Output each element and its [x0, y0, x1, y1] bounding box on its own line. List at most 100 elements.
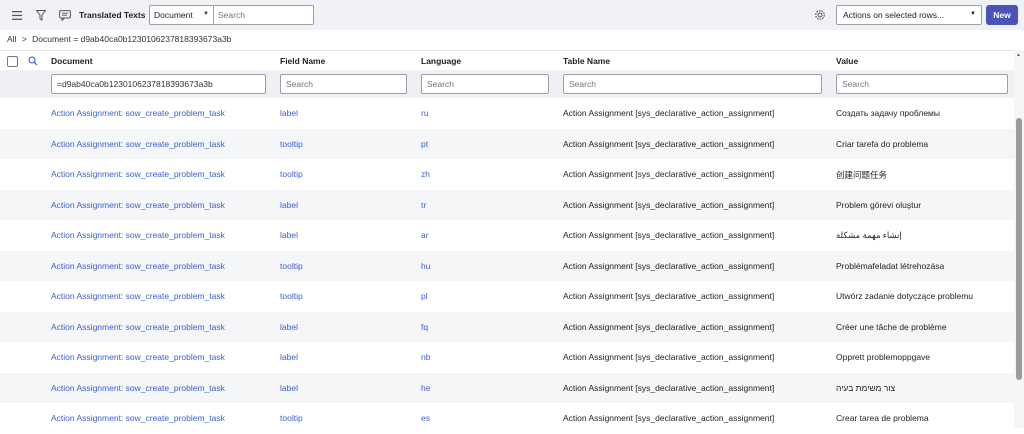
document-link[interactable]: Action Assignment: sow_create_problem_ta… [51, 413, 225, 423]
table-name-cell: Action Assignment [sys_declarative_actio… [563, 230, 775, 240]
document-link[interactable]: Action Assignment: sow_create_problem_ta… [51, 200, 225, 210]
field-name-link[interactable]: label [280, 322, 298, 332]
document-link[interactable]: Action Assignment: sow_create_problem_ta… [51, 383, 225, 393]
field-name-link[interactable]: label [280, 108, 298, 118]
table-name-cell: Action Assignment [sys_declarative_actio… [563, 382, 775, 393]
actions-select-value: Actions on selected rows... [843, 10, 945, 20]
table-row[interactable]: Action Assignment: sow_create_problem_ta… [0, 98, 1014, 129]
table-row[interactable]: Action Assignment: sow_create_problem_ta… [0, 250, 1014, 281]
vertical-scrollbar[interactable]: ▲ [1014, 50, 1024, 428]
document-link[interactable]: Action Assignment: sow_create_problem_ta… [51, 291, 225, 301]
gear-icon[interactable] [812, 7, 828, 23]
language-column-search-input[interactable] [421, 74, 549, 94]
document-link[interactable]: Action Assignment: sow_create_problem_ta… [51, 139, 225, 149]
language-link[interactable]: pl [421, 291, 428, 301]
table-name-cell: Action Assignment [sys_declarative_actio… [563, 260, 775, 271]
actions-select[interactable]: Actions on selected rows... ▼ [836, 5, 982, 25]
language-link[interactable]: ar [421, 230, 429, 240]
search-field-value: Document [154, 10, 193, 20]
column-header-value[interactable]: Value [836, 56, 858, 66]
field-name-link[interactable]: tooltip [280, 261, 303, 271]
language-link[interactable]: nb [421, 352, 430, 362]
column-header-table-name[interactable]: Table Name [563, 56, 610, 66]
breadcrumb-all[interactable]: All [7, 34, 16, 44]
document-link[interactable]: Action Assignment: sow_create_problem_ta… [51, 169, 225, 179]
language-link[interactable]: es [421, 413, 430, 423]
hamburger-menu-icon[interactable] [9, 7, 25, 23]
document-link[interactable]: Action Assignment: sow_create_problem_ta… [51, 352, 225, 362]
search-columns-icon[interactable] [28, 56, 38, 68]
field-name-column-search-input[interactable] [280, 74, 407, 94]
table-name-cell: Action Assignment [sys_declarative_actio… [563, 108, 775, 118]
value-cell: Создать задачу проблемы [836, 108, 941, 118]
chevron-down-icon: ▼ [970, 11, 976, 17]
table-row[interactable]: Action Assignment: sow_create_problem_ta… [0, 403, 1014, 434]
table-name-cell: Action Assignment [sys_declarative_actio… [563, 352, 775, 362]
chevron-down-icon: ▼ [203, 11, 209, 17]
field-name-link[interactable]: label [280, 230, 298, 240]
value-cell: Problémafeladat létrehozása [836, 260, 945, 271]
document-link[interactable]: Action Assignment: sow_create_problem_ta… [51, 230, 225, 240]
table-header: Document Field Name Language Table Name … [0, 50, 1014, 70]
value-cell: Criar tarefa do problema [836, 138, 929, 149]
table-body: Action Assignment: sow_create_problem_ta… [0, 98, 1014, 434]
language-link[interactable]: he [421, 383, 430, 393]
new-button[interactable]: New [986, 5, 1018, 25]
table-name-cell: Action Assignment [sys_declarative_actio… [563, 169, 775, 179]
breadcrumb-separator: > [21, 34, 27, 44]
breadcrumb-condition[interactable]: Document = d9ab40ca0b1230106237818393673… [32, 34, 231, 44]
table-name-column-search-input[interactable] [563, 74, 822, 94]
table-row[interactable]: Action Assignment: sow_create_problem_ta… [0, 189, 1014, 220]
language-link[interactable]: fq [421, 322, 428, 332]
list-toolbar: Translated Texts Document ▼ Actions on s… [0, 0, 1024, 30]
column-header-language[interactable]: Language [421, 56, 461, 66]
table-row[interactable]: Action Assignment: sow_create_problem_ta… [0, 281, 1014, 312]
table-row[interactable]: Action Assignment: sow_create_problem_ta… [0, 128, 1014, 159]
list-search-input[interactable] [214, 5, 314, 25]
field-name-link[interactable]: label [280, 383, 298, 393]
value-cell: 创建问题任务 [836, 170, 888, 180]
table-name-cell: Action Assignment [sys_declarative_actio… [563, 291, 775, 301]
language-link[interactable]: zh [421, 169, 430, 179]
table-row[interactable]: Action Assignment: sow_create_problem_ta… [0, 220, 1014, 251]
table-name-cell: Action Assignment [sys_declarative_actio… [563, 321, 775, 332]
value-cell: צור משימת בעיה [836, 382, 896, 393]
document-link[interactable]: Action Assignment: sow_create_problem_ta… [51, 261, 225, 271]
language-link[interactable]: pt [421, 139, 428, 149]
field-name-link[interactable]: tooltip [280, 413, 303, 423]
column-search-row [0, 70, 1014, 98]
scrollbar-thumb[interactable] [1016, 118, 1022, 380]
field-name-link[interactable]: label [280, 200, 298, 210]
select-all-checkbox[interactable] [7, 56, 18, 67]
value-cell: Utwórz zadanie dotyczące problemu [836, 291, 974, 301]
search-field-select[interactable]: Document ▼ [149, 5, 214, 25]
scroll-up-arrow-icon[interactable]: ▲ [1016, 52, 1021, 58]
document-link[interactable]: Action Assignment: sow_create_problem_ta… [51, 108, 225, 118]
field-name-link[interactable]: tooltip [280, 169, 303, 179]
filter-icon[interactable] [33, 7, 49, 23]
column-header-document[interactable]: Document [51, 56, 93, 66]
field-name-link[interactable]: label [280, 352, 298, 362]
field-name-link[interactable]: tooltip [280, 291, 303, 301]
chat-bubble-icon[interactable] [57, 7, 73, 23]
value-cell: Créer une tâche de problème [836, 321, 947, 332]
breadcrumb: All > Document = d9ab40ca0b1230106237818… [7, 34, 231, 44]
language-link[interactable]: tr [421, 200, 426, 210]
column-header-field-name[interactable]: Field Name [280, 56, 325, 66]
table-row[interactable]: Action Assignment: sow_create_problem_ta… [0, 372, 1014, 403]
list-title: Translated Texts [79, 10, 146, 20]
table-name-cell: Action Assignment [sys_declarative_actio… [563, 138, 775, 149]
language-link[interactable]: hu [421, 261, 430, 271]
table-row[interactable]: Action Assignment: sow_create_problem_ta… [0, 311, 1014, 342]
value-cell: Crear tarea de problema [836, 413, 929, 423]
value-cell: Problem görevi oluştur [836, 199, 922, 210]
value-cell: Opprett problemoppgave [836, 352, 931, 362]
value-column-search-input[interactable] [836, 74, 1008, 94]
field-name-link[interactable]: tooltip [280, 139, 303, 149]
table-name-cell: Action Assignment [sys_declarative_actio… [563, 199, 775, 210]
document-link[interactable]: Action Assignment: sow_create_problem_ta… [51, 322, 225, 332]
table-row[interactable]: Action Assignment: sow_create_problem_ta… [0, 342, 1014, 373]
table-row[interactable]: Action Assignment: sow_create_problem_ta… [0, 159, 1014, 190]
language-link[interactable]: ru [421, 108, 429, 118]
document-column-search-input[interactable] [51, 74, 266, 94]
